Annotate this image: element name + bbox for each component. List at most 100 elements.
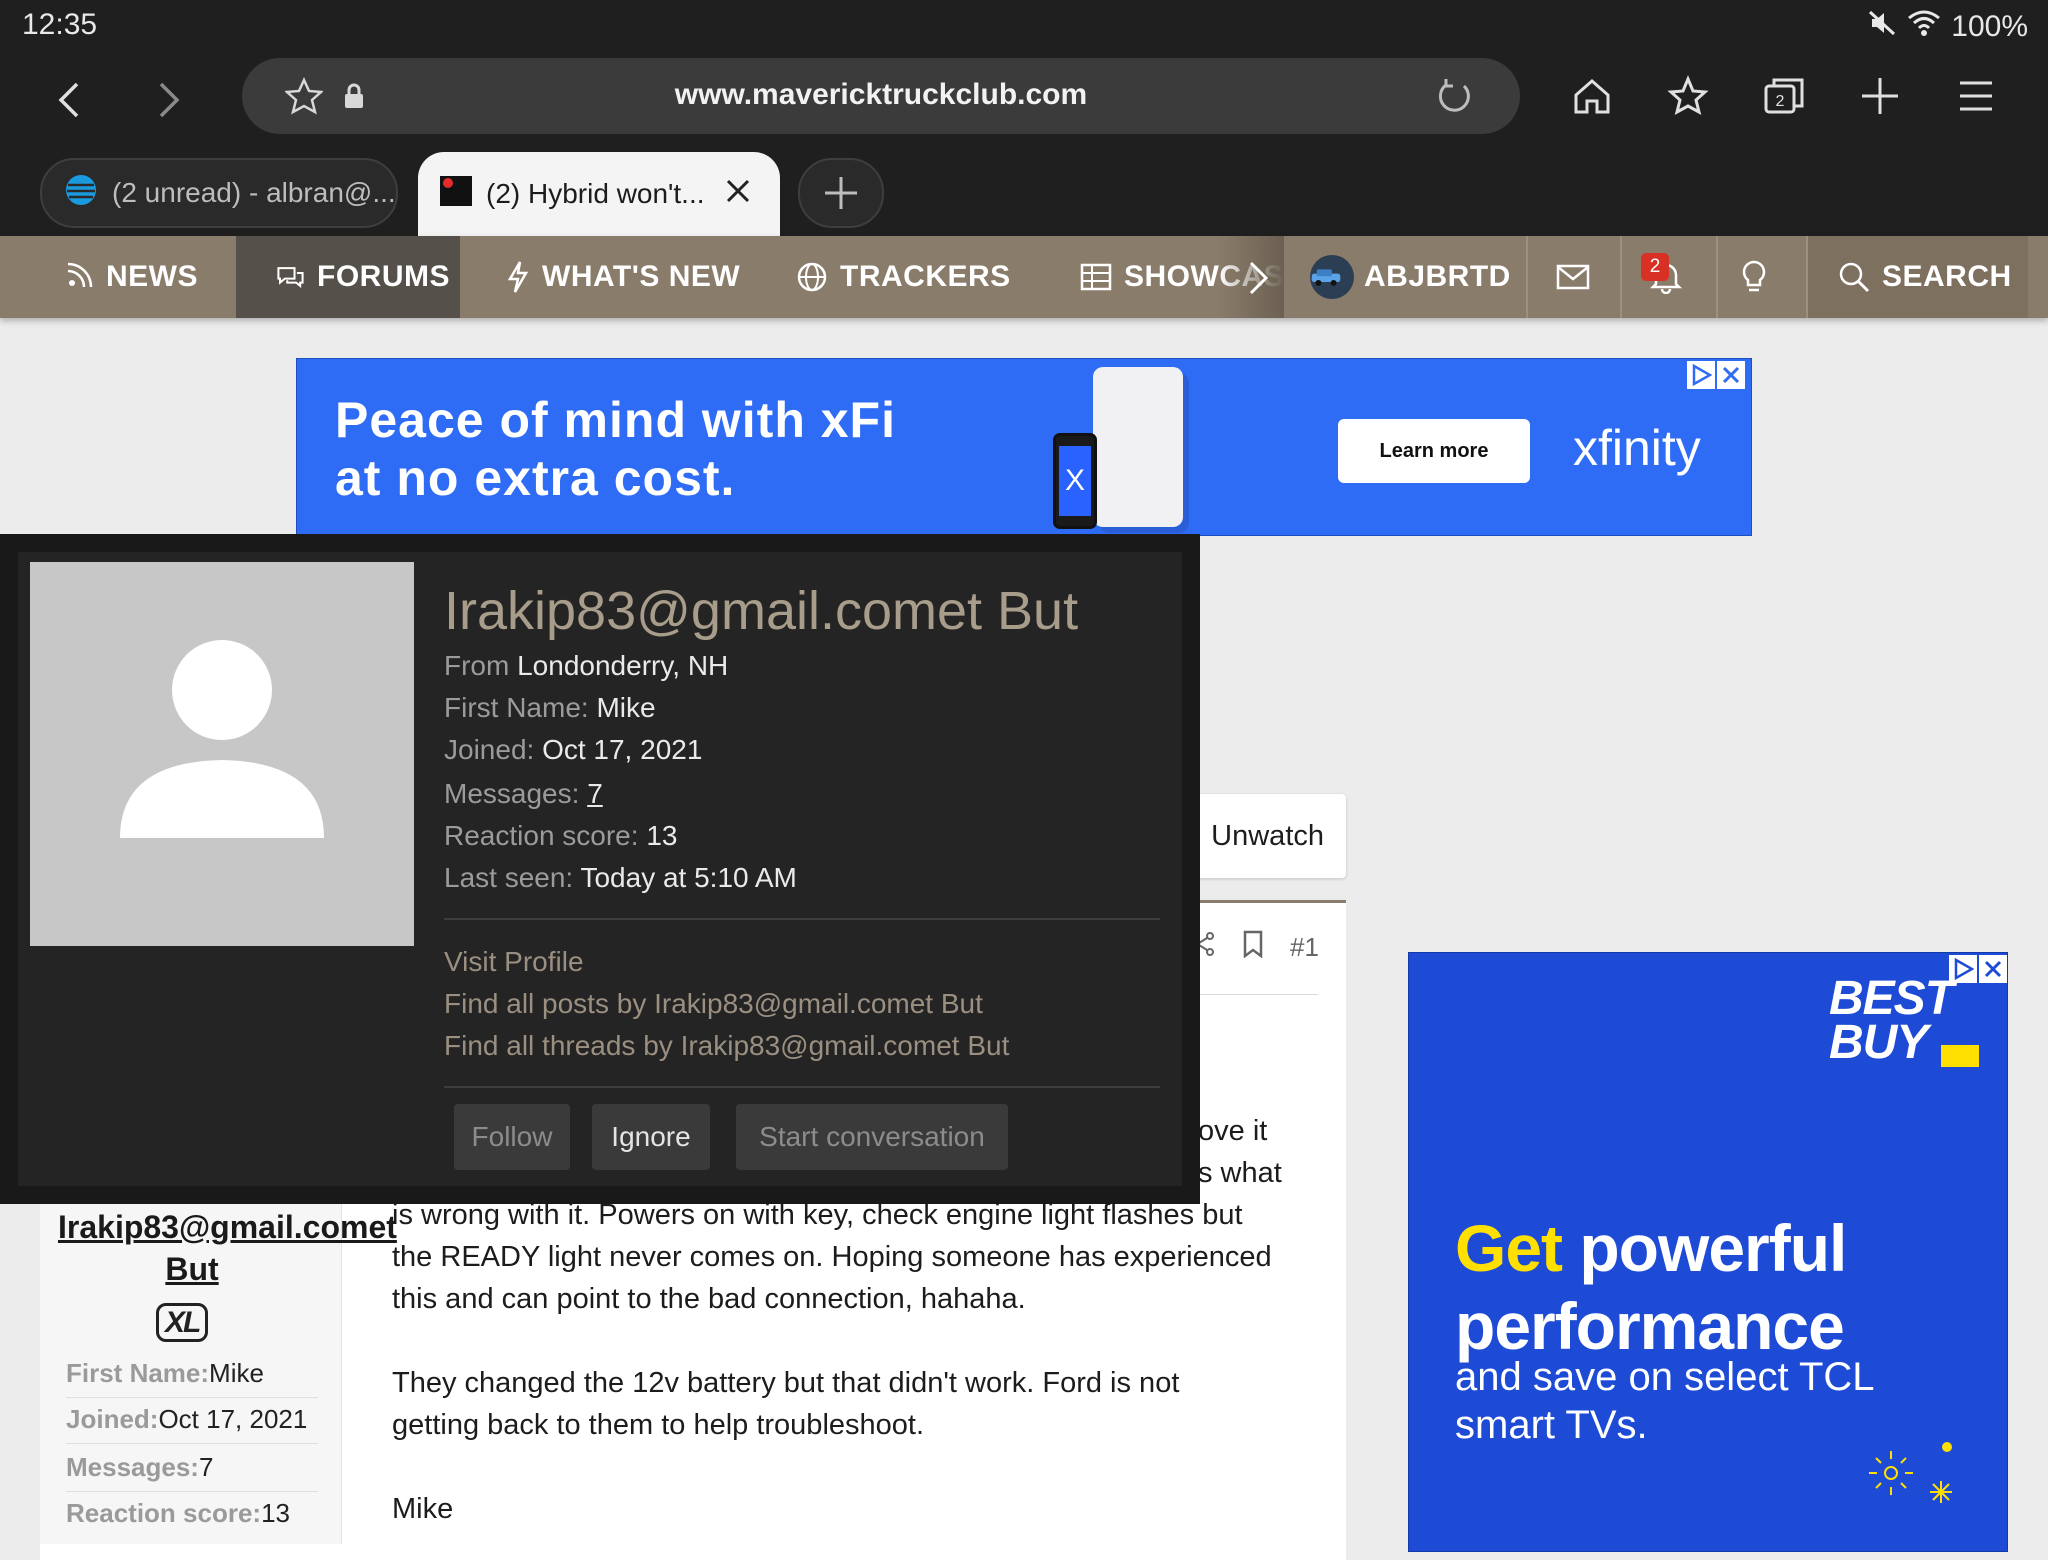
ad-close-icon[interactable] bbox=[1717, 361, 1745, 389]
lightbulb-icon bbox=[1742, 260, 1766, 292]
att-globe-icon bbox=[64, 173, 98, 214]
post-tools: #1 bbox=[1190, 930, 1319, 965]
post-text-line-5: this and can point to the bad connection… bbox=[392, 1283, 1026, 1315]
tab-title: (2) Hybrid won't... bbox=[486, 178, 705, 209]
forward-button[interactable] bbox=[138, 70, 198, 130]
phone-screen: X bbox=[1059, 446, 1091, 516]
nav-whats-new-label: WHAT'S NEW bbox=[542, 260, 741, 293]
last-seen-value: Today at 5:10 AM bbox=[580, 862, 797, 893]
find-threads-link[interactable]: Find all threads by Irakip83@gmail.comet… bbox=[444, 1030, 1009, 1062]
tabs-count-icon[interactable]: 2 bbox=[1754, 66, 1814, 126]
plus-icon bbox=[825, 177, 857, 209]
nav-account[interactable]: ABJBRTD bbox=[1310, 236, 1511, 318]
nav-inbox[interactable] bbox=[1556, 236, 1602, 318]
ad-headline-line2: at no extra cost. bbox=[335, 450, 736, 506]
bookmarks-icon[interactable] bbox=[1658, 66, 1718, 126]
member-tooltip: Irakip83@gmail.comet But From Londonderr… bbox=[0, 534, 1200, 1204]
first-name-label: First Name: bbox=[444, 692, 589, 723]
stat-value: 13 bbox=[261, 1498, 290, 1528]
headline-get: Get bbox=[1455, 1211, 1563, 1285]
globe-icon bbox=[797, 262, 827, 292]
tab-email[interactable]: (2 unread) - albran@... bbox=[40, 158, 398, 228]
ad-headline-line1: Peace of mind with xFi bbox=[335, 392, 896, 448]
nav-news[interactable]: NEWS bbox=[62, 236, 198, 318]
notification-badge: 2 bbox=[1641, 253, 1669, 281]
nav-divider bbox=[1526, 236, 1528, 318]
ad-close-icon[interactable] bbox=[1979, 955, 2007, 983]
home-icon[interactable] bbox=[1562, 66, 1622, 126]
visit-profile-link[interactable]: Visit Profile bbox=[444, 946, 584, 978]
user-avatar bbox=[1310, 255, 1354, 299]
site-favicon bbox=[440, 175, 472, 213]
user-stat-joined: Joined:Oct 17, 2021 bbox=[66, 1404, 318, 1444]
tab-active-thread[interactable]: (2) Hybrid won't... bbox=[418, 152, 780, 236]
post-number[interactable]: #1 bbox=[1290, 932, 1319, 963]
find-posts-link[interactable]: Find all posts by Irakip83@gmail.comet B… bbox=[444, 988, 983, 1020]
search-icon bbox=[1839, 262, 1870, 293]
post-username[interactable]: Irakip83@gmail.comet But bbox=[58, 1206, 397, 1290]
close-tab-icon[interactable] bbox=[725, 178, 751, 211]
browser-toolbar: www.mavericktruckclub.com 2 bbox=[0, 52, 2048, 152]
user-stat-messages: Messages:7 bbox=[66, 1452, 318, 1492]
back-button[interactable] bbox=[40, 70, 100, 130]
from-label: From bbox=[444, 650, 510, 681]
bestbuy-tag-icon bbox=[1941, 1045, 1979, 1067]
logo-line: BEST bbox=[1829, 972, 1954, 1025]
status-bar: 12:35 100% bbox=[0, 0, 2048, 52]
stat-value: Oct 17, 2021 bbox=[158, 1404, 308, 1434]
member-avatar[interactable] bbox=[30, 562, 414, 946]
follow-button[interactable]: Follow bbox=[454, 1104, 570, 1170]
user-stat-reaction: Reaction score:13 bbox=[66, 1498, 318, 1537]
user-stat-first-name: First Name:Mike bbox=[66, 1358, 318, 1398]
adchoices-icon[interactable] bbox=[1687, 361, 1715, 389]
mute-icon bbox=[1867, 8, 1897, 46]
joined-value: Oct 17, 2021 bbox=[542, 734, 703, 765]
nav-news-label: NEWS bbox=[106, 260, 198, 293]
add-tab-button[interactable] bbox=[798, 158, 884, 228]
rank-text: XL bbox=[156, 1303, 209, 1342]
member-first-name: First Name: Mike bbox=[444, 692, 656, 724]
from-value: Londonderry, NH bbox=[517, 650, 729, 681]
nav-trackers[interactable]: TRACKERS bbox=[796, 236, 1011, 318]
unwatch-button[interactable]: Unwatch bbox=[1176, 794, 1346, 878]
messages-label: Messages: bbox=[444, 778, 580, 809]
nav-whats-new[interactable]: WHAT'S NEW bbox=[506, 236, 740, 318]
nav-search-label: SEARCH bbox=[1882, 260, 2012, 293]
bookmark-icon[interactable] bbox=[1242, 930, 1264, 965]
nav-whats-new-bulb[interactable] bbox=[1740, 236, 1780, 318]
battery-level: 100% bbox=[1951, 10, 2028, 43]
table-icon bbox=[1080, 263, 1112, 291]
learn-more-button[interactable]: Learn more bbox=[1338, 419, 1530, 483]
svg-text:2: 2 bbox=[1776, 93, 1785, 110]
bestbuy-ad[interactable]: BEST BUY Get powerful performance and sa… bbox=[1408, 952, 2008, 1552]
url-text: www.mavericktruckclub.com bbox=[674, 78, 1088, 111]
stat-label: First Name: bbox=[66, 1358, 210, 1388]
wifi-pod-image bbox=[1093, 367, 1183, 527]
nav-search[interactable]: SEARCH bbox=[1808, 236, 2028, 318]
address-bar[interactable]: www.mavericktruckclub.com bbox=[242, 58, 1520, 134]
member-name[interactable]: Irakip83@gmail.comet But bbox=[444, 580, 1078, 642]
member-last-seen: Last seen: Today at 5:10 AM bbox=[444, 862, 797, 894]
bestbuy-logo: BEST BUY bbox=[1829, 972, 1954, 1067]
nav-forums[interactable]: FORUMS bbox=[236, 236, 460, 318]
nav-username: ABJBRTD bbox=[1364, 260, 1511, 293]
last-seen-label: Last seen: bbox=[444, 862, 574, 893]
joined-label: Joined: bbox=[444, 734, 535, 765]
stat-value: 7 bbox=[198, 1452, 214, 1482]
ad-subtext: and save on select TCL smart TVs. bbox=[1455, 1355, 1874, 1447]
start-conversation-button[interactable]: Start conversation bbox=[736, 1104, 1008, 1170]
broadcast-icon bbox=[67, 262, 93, 288]
adchoices-icon[interactable] bbox=[1949, 955, 1977, 983]
ignore-button[interactable]: Ignore bbox=[592, 1104, 710, 1170]
tab-strip: (2 unread) - albran@... (2) Hybrid won't… bbox=[0, 152, 2048, 236]
menu-icon[interactable] bbox=[1946, 66, 2006, 126]
nav-scroll-right-icon[interactable] bbox=[1246, 260, 1270, 301]
messages-link[interactable]: 7 bbox=[587, 778, 603, 809]
status-time: 12:35 bbox=[22, 8, 98, 41]
reload-icon[interactable] bbox=[1432, 74, 1476, 118]
reaction-value: 13 bbox=[646, 820, 678, 851]
xfinity-ad[interactable]: Peace of mind with xFi at no extra cost.… bbox=[296, 358, 1752, 536]
new-tab-plus-icon[interactable] bbox=[1850, 66, 1910, 126]
stat-value: Mike bbox=[209, 1358, 264, 1388]
site-nav: NEWS FORUMS WHAT'S NEW TRACKERS SHOWCAS … bbox=[0, 236, 2048, 318]
